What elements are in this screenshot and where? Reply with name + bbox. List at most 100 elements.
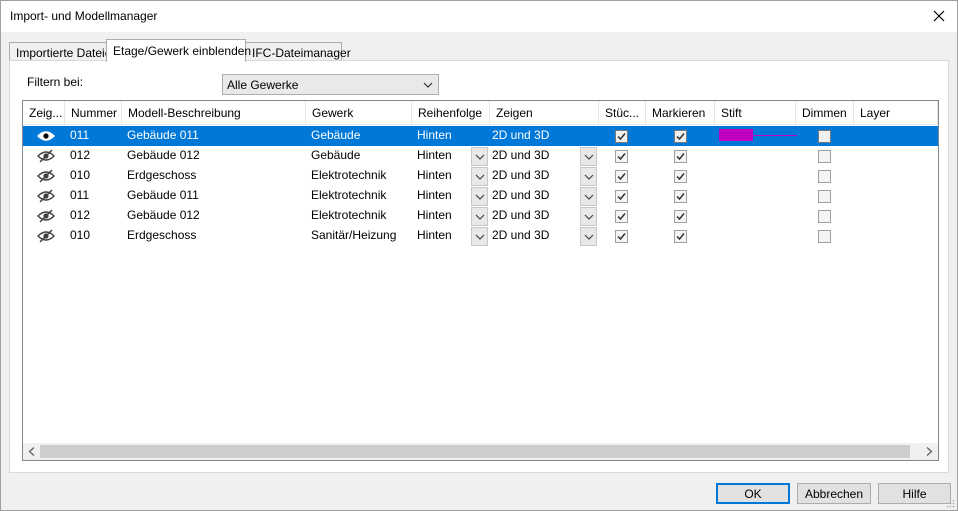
reihenfolge-dropdown-button[interactable] [471, 147, 488, 166]
checkmark-icon [617, 133, 626, 141]
tab-importierte-dateien[interactable]: Importierte Dateien [9, 42, 118, 61]
chevron-down-icon [475, 154, 485, 160]
close-icon [933, 10, 945, 22]
ok-button[interactable]: OK [716, 483, 790, 504]
tab-ifc-dateimanager[interactable]: IFC-Dateimanager [245, 42, 351, 61]
cell-nummer: 010 [70, 168, 91, 182]
cell-beschreibung: Erdgeschoss [127, 168, 197, 182]
eye-off-icon [37, 229, 55, 243]
reihenfolge-dropdown-button[interactable] [471, 207, 488, 226]
chevron-right-icon [926, 447, 933, 456]
header-col-stueck[interactable]: Stüc... [599, 101, 646, 125]
cell-gewerk: Elektrotechnik [311, 168, 387, 182]
model-table[interactable]: Zeig... Nummer Modell-Beschreibung Gewerk Re… [22, 100, 939, 461]
chevron-down-icon [475, 214, 485, 220]
table-row[interactable]: 012 Gebäude 012 Gebäude Hinten 2D und 3D [23, 146, 938, 166]
title-bar: Import- und Modellmanager [1, 1, 957, 32]
markieren-checkbox[interactable] [674, 150, 687, 163]
chevron-down-icon [423, 82, 433, 88]
table-row[interactable]: 010 Erdgeschoss Sanitär/Heizung Hinten 2D un… [23, 226, 938, 246]
zeigen-dropdown-button[interactable] [580, 167, 597, 186]
cancel-button[interactable]: Abbrechen [797, 483, 871, 504]
header-col-layer[interactable]: Layer [854, 101, 938, 125]
header-col-reihenfolge[interactable]: Reihenfolge [412, 101, 490, 125]
filter-select[interactable]: Alle Gewerke [222, 74, 439, 95]
stueck-checkbox[interactable] [615, 130, 628, 143]
scroll-thumb[interactable] [40, 445, 910, 458]
header-col-gewerk[interactable]: Gewerk [306, 101, 412, 125]
zeigen-dropdown-button[interactable] [580, 227, 597, 246]
stueck-checkbox[interactable] [615, 210, 628, 223]
chevron-down-icon [584, 154, 594, 160]
cell-gewerk: Gebäude [311, 148, 361, 162]
eye-off-icon [37, 189, 55, 203]
chevron-down-icon [584, 194, 594, 200]
cell-beschreibung: Gebäude 011 [127, 128, 199, 142]
dimmen-checkbox[interactable] [818, 210, 831, 223]
cell-gewerk: Elektrotechnik [311, 208, 387, 222]
dimmen-checkbox[interactable] [818, 230, 831, 243]
checkmark-icon [617, 213, 626, 221]
header-col-zeigen[interactable]: Zeig... [23, 101, 65, 125]
markieren-checkbox[interactable] [674, 130, 687, 143]
table-row[interactable]: 011 Gebäude 011 Elektrotechnik Hinten 2D und… [23, 186, 938, 206]
cell-zeigen[interactable]: 2D und 3D [487, 126, 596, 146]
header-col-stift[interactable]: Stift [715, 101, 796, 125]
cell-gewerk: Gebäude [311, 128, 361, 142]
help-button[interactable]: Hilfe [878, 483, 951, 504]
table-row[interactable]: 011 Gebäude 011 Gebäude Hinten 2D und 3D [23, 126, 938, 146]
header-col-markieren[interactable]: Markieren [646, 101, 715, 125]
close-button[interactable] [927, 6, 951, 26]
scroll-right-button[interactable] [921, 443, 938, 460]
checkmark-icon [676, 213, 685, 221]
resize-grip-icon[interactable] [945, 498, 955, 508]
dimmen-checkbox[interactable] [818, 150, 831, 163]
chevron-down-icon [584, 174, 594, 180]
filter-label: Filtern bei: [27, 75, 84, 89]
dialog-window: Import- und Modellmanager Importierte Da… [0, 0, 958, 511]
chevron-down-icon [475, 234, 485, 240]
filter-value: Alle Gewerke [227, 78, 299, 92]
eye-icon [37, 131, 55, 141]
checkmark-icon [617, 153, 626, 161]
chevron-down-icon [584, 214, 594, 220]
reihenfolge-dropdown-button[interactable] [471, 187, 488, 206]
eye-off-icon [37, 149, 55, 163]
header-col-dimmen[interactable]: Dimmen [796, 101, 854, 125]
window-title: Import- und Modellmanager [10, 9, 158, 23]
cell-beschreibung: Gebäude 012 [127, 208, 200, 222]
scroll-left-button[interactable] [23, 443, 40, 460]
table-row[interactable]: 010 Erdgeschoss Elektrotechnik Hinten 2D und… [23, 166, 938, 186]
header-col-beschreibung[interactable]: Modell-Beschreibung [122, 101, 306, 125]
cell-nummer: 012 [70, 208, 91, 222]
stueck-checkbox[interactable] [615, 230, 628, 243]
checkmark-icon [617, 173, 626, 181]
cell-beschreibung: Gebäude 011 [127, 188, 199, 202]
markieren-checkbox[interactable] [674, 190, 687, 203]
dimmen-checkbox[interactable] [818, 130, 831, 143]
header-col-nummer[interactable]: Nummer [65, 101, 122, 125]
dimmen-checkbox[interactable] [818, 170, 831, 183]
markieren-checkbox[interactable] [674, 210, 687, 223]
markieren-checkbox[interactable] [674, 170, 687, 183]
checkmark-icon [676, 193, 685, 201]
zeigen-dropdown-button[interactable] [580, 147, 597, 166]
cell-reihenfolge[interactable]: Hinten [412, 126, 490, 146]
table-row[interactable]: 012 Gebäude 012 Elektrotechnik Hinten 2D und… [23, 206, 938, 226]
tab-etage-gewerk[interactable]: Etage/Gewerk einblenden [106, 39, 251, 62]
stueck-checkbox[interactable] [615, 170, 628, 183]
stueck-checkbox[interactable] [615, 150, 628, 163]
dimmen-checkbox[interactable] [818, 190, 831, 203]
markieren-checkbox[interactable] [674, 230, 687, 243]
pen-color-swatch[interactable] [719, 129, 753, 141]
horizontal-scrollbar[interactable] [23, 443, 938, 460]
reihenfolge-dropdown-button[interactable] [471, 167, 488, 186]
cell-nummer: 010 [70, 228, 91, 242]
zeigen-dropdown-button[interactable] [580, 207, 597, 226]
cell-beschreibung: Erdgeschoss [127, 228, 197, 242]
stueck-checkbox[interactable] [615, 190, 628, 203]
reihenfolge-dropdown-button[interactable] [471, 227, 488, 246]
chevron-down-icon [475, 174, 485, 180]
zeigen-dropdown-button[interactable] [580, 187, 597, 206]
header-col-zeigen-modus[interactable]: Zeigen [490, 101, 599, 125]
